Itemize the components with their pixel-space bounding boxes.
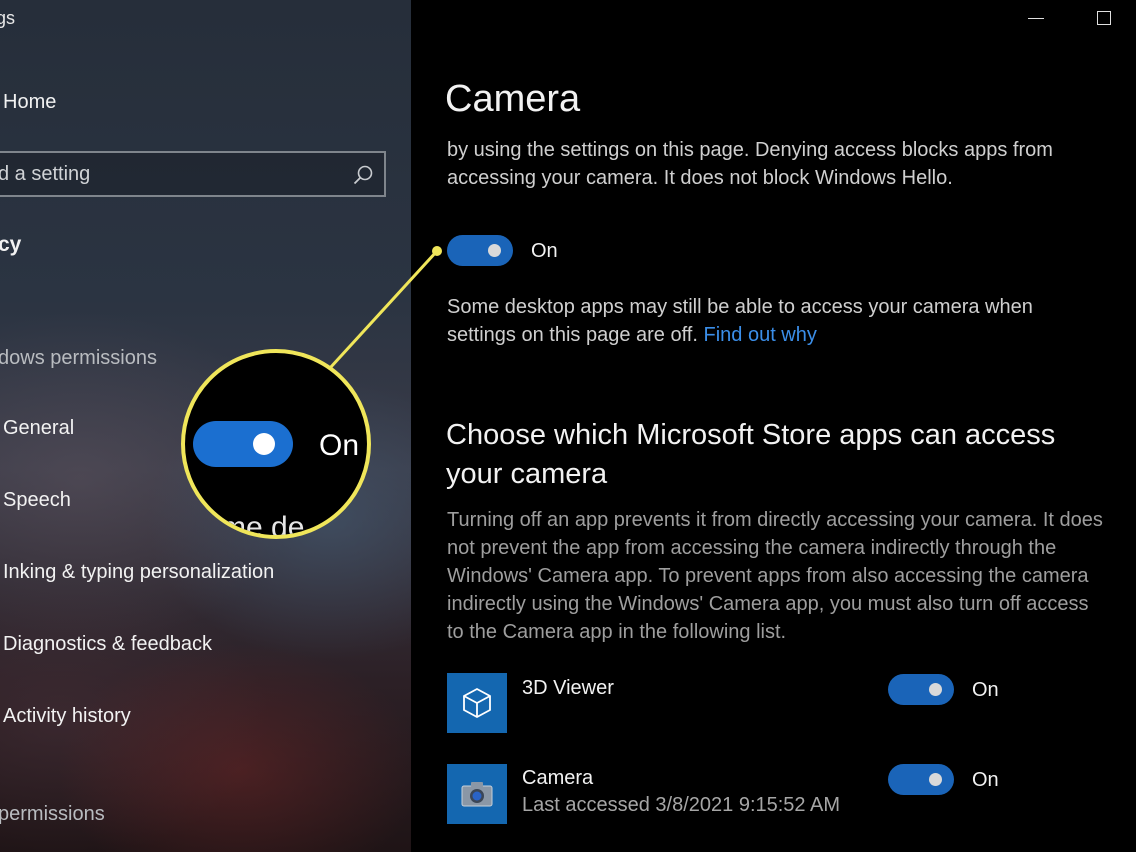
find-out-why-link[interactable]: Find out why — [703, 324, 816, 346]
camera-icon — [461, 782, 493, 807]
toggle-knob — [929, 773, 942, 786]
camera-app-toggle[interactable] — [888, 764, 954, 795]
main-panel: Camera by using the settings on this pag… — [411, 0, 1136, 852]
section-title: cy — [0, 233, 22, 256]
camera-app-tile — [447, 764, 507, 824]
app-last-accessed: Last accessed 3/8/2021 9:15:52 AM — [522, 794, 840, 816]
3d-viewer-toggle[interactable] — [888, 674, 954, 705]
sidebar-item-diagnostics[interactable]: Diagnostics & feedback — [3, 633, 212, 656]
desktop-apps-note: Some desktop apps may still be able to a… — [447, 293, 1107, 349]
windows-permissions-header: dows permissions — [0, 347, 157, 369]
toggle-knob — [929, 683, 942, 696]
maximize-button[interactable] — [1097, 11, 1111, 25]
sidebar-item-general[interactable]: General — [3, 417, 74, 440]
search-icon — [353, 165, 373, 185]
magnified-toggle-callout: On me de — [181, 349, 371, 539]
minimize-button[interactable] — [1028, 18, 1044, 19]
app-name: 3D Viewer — [522, 677, 614, 699]
magnified-toggle — [193, 421, 293, 467]
app-permissions-header: permissions — [0, 803, 105, 825]
sidebar-item-activity-history[interactable]: Activity history — [3, 705, 131, 728]
3d-viewer-toggle-label: On — [972, 679, 999, 701]
toggle-knob — [488, 244, 501, 257]
sidebar-item-speech[interactable]: Speech — [3, 489, 71, 512]
search-input[interactable]: d a setting — [0, 151, 386, 197]
store-apps-heading: Choose which Microsoft Store apps can ac… — [446, 419, 1056, 490]
page-title: Camera — [445, 78, 581, 120]
camera-access-toggle[interactable] — [447, 235, 513, 266]
magnified-toggle-label: On — [319, 429, 360, 462]
store-apps-description: Turning off an app prevents it from dire… — [447, 509, 1103, 643]
3d-viewer-tile — [447, 673, 507, 733]
search-placeholder: d a setting — [0, 163, 91, 185]
intro-text: by using the settings on this page. Deny… — [447, 139, 1053, 189]
magnified-toggle-knob — [253, 433, 275, 455]
home-link[interactable]: Home — [3, 91, 56, 114]
magnified-trail-text: me de — [221, 511, 305, 539]
app-title: gs — [0, 8, 16, 28]
cube-icon — [463, 687, 491, 719]
camera-app-toggle-label: On — [972, 769, 999, 791]
camera-access-toggle-label: On — [531, 240, 558, 262]
app-name: Camera — [522, 767, 594, 789]
sidebar-item-inking[interactable]: Inking & typing personalization — [3, 561, 274, 584]
